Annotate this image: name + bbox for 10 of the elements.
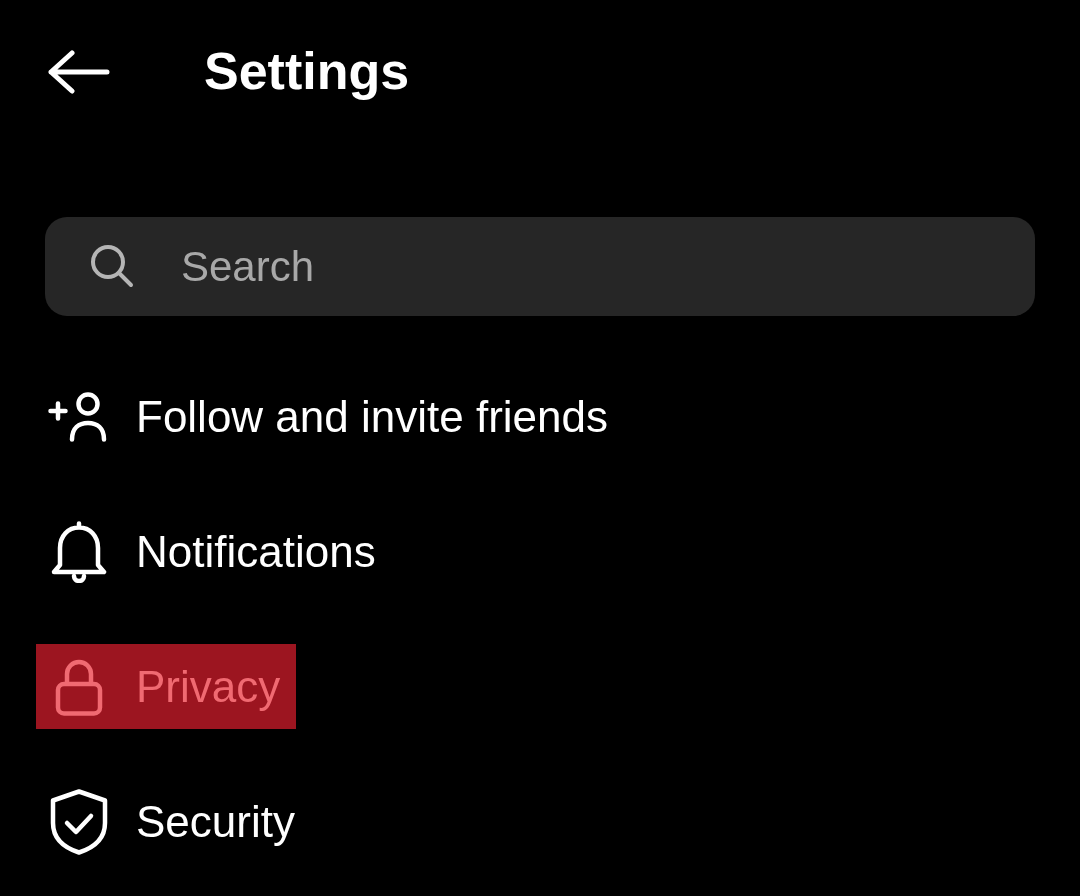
search-field[interactable]: Search bbox=[45, 217, 1035, 316]
bell-icon bbox=[51, 520, 107, 583]
shield-check-icon bbox=[50, 788, 108, 855]
menu-item[interactable]: Security bbox=[36, 779, 311, 864]
lock-icon bbox=[55, 657, 103, 716]
search-icon bbox=[90, 244, 134, 288]
menu-item[interactable]: Notifications bbox=[36, 509, 392, 594]
page-title: Settings bbox=[204, 43, 410, 101]
menu-item[interactable]: Follow and invite friends bbox=[36, 374, 624, 459]
back-arrow-icon[interactable] bbox=[48, 50, 110, 94]
